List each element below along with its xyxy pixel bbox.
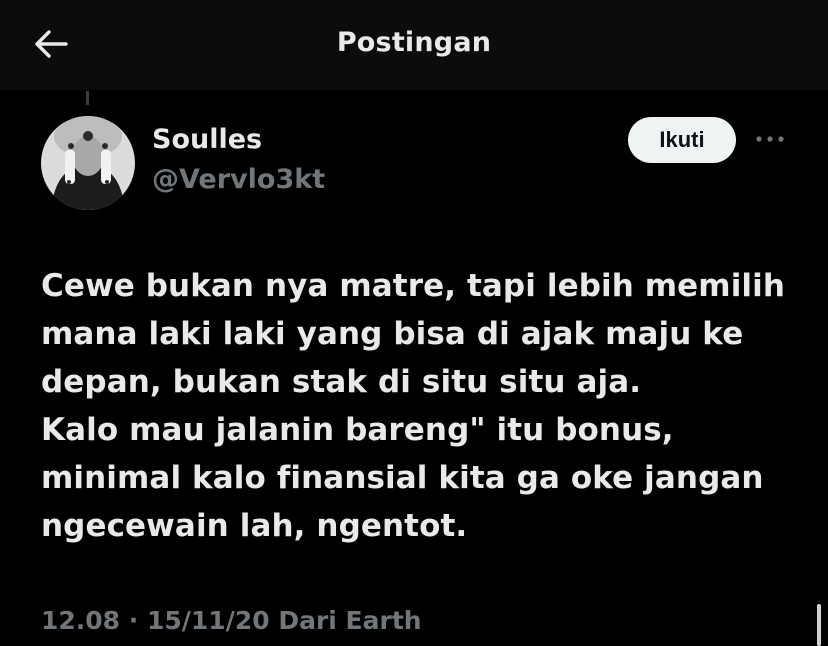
top-bar: Postingan bbox=[0, 0, 828, 90]
post-text: Cewe bukan nya matre, tapi lebih memilih… bbox=[41, 268, 786, 544]
more-options-button[interactable] bbox=[752, 124, 788, 154]
more-horizontal-icon bbox=[756, 136, 784, 142]
avatar[interactable] bbox=[41, 116, 135, 210]
page-title: Postingan bbox=[336, 27, 492, 58]
thread-connector-line bbox=[86, 91, 89, 105]
avatar-image bbox=[41, 116, 135, 210]
post-timestamp[interactable]: 12.08 · 15/11/20 Dari Earth bbox=[41, 606, 422, 635]
author-handle[interactable]: @Vervlo3kt bbox=[152, 164, 325, 195]
follow-button[interactable]: Ikuti bbox=[628, 117, 736, 163]
scrollbar[interactable] bbox=[817, 604, 821, 646]
author-display-name[interactable]: Soulles bbox=[152, 124, 262, 155]
